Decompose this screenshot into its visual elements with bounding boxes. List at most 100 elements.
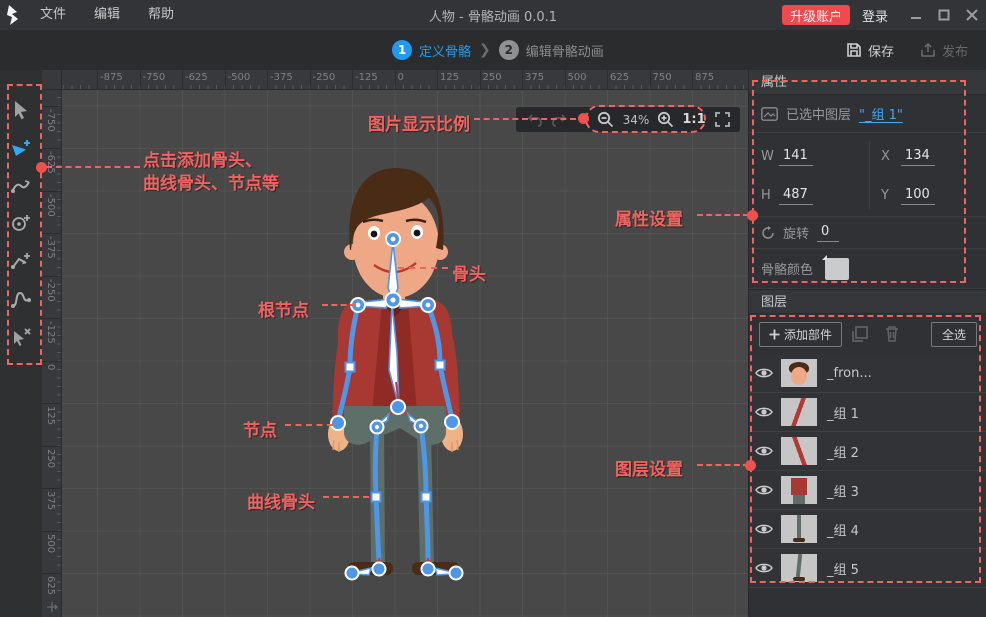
- zoom-percent: 34%: [618, 107, 654, 132]
- add-bone-tool-icon[interactable]: [9, 136, 33, 160]
- y-label: Y: [881, 188, 889, 203]
- layer-thumbnail: [781, 476, 817, 504]
- layer-list: _fron... _组 1 _组 2 _组 3: [749, 354, 986, 588]
- tab-edit-skeleton-animation[interactable]: 2 编辑骨骼动画: [499, 40, 604, 60]
- layer-row[interactable]: _fron...: [749, 354, 986, 393]
- undo-icon[interactable]: [524, 107, 546, 132]
- zoom-annotation: 图片显示比例: [368, 110, 470, 135]
- select-tool-icon[interactable]: [9, 98, 33, 122]
- upgrade-account-button[interactable]: 升级账户: [782, 5, 850, 25]
- delete-select-tool-icon[interactable]: [9, 325, 33, 349]
- layer-name: _组 2: [827, 442, 859, 461]
- ruler-corner: [42, 70, 62, 90]
- fullscreen-icon[interactable]: [710, 107, 734, 132]
- tab-define-skeleton[interactable]: 1 定义骨骼: [392, 40, 471, 60]
- x-field[interactable]: 134: [901, 148, 935, 166]
- selected-layer-label: 已选中图层: [786, 104, 851, 123]
- node-annotation: 节点: [243, 416, 277, 441]
- layer-row[interactable]: _组 5: [749, 549, 986, 588]
- properties-header: 属性: [749, 70, 986, 95]
- layers-header: 图层: [749, 289, 986, 314]
- layer-name: _组 1: [827, 403, 859, 422]
- layer-thumbnail: [781, 554, 817, 582]
- add-curve-bone-tool-icon[interactable]: [9, 174, 33, 198]
- step1-badge: 1: [392, 40, 412, 60]
- plus-icon: [769, 329, 780, 340]
- layer-row[interactable]: _组 4: [749, 510, 986, 549]
- zoom-in-icon[interactable]: [654, 107, 676, 132]
- selected-layer-row: 已选中图层 "_组 1": [749, 95, 986, 133]
- layer-row[interactable]: _组 1: [749, 393, 986, 432]
- actual-size-button[interactable]: 1:1: [679, 107, 709, 132]
- dimension-fields: W 141 X 134 H 487 Y 100: [749, 133, 986, 217]
- step2-label: 编辑骨骼动画: [526, 41, 604, 60]
- step-toolbar: 1 定义骨骼 ❯ 2 编辑骨骼动画 保存 发布: [0, 30, 986, 70]
- y-field[interactable]: 100: [901, 187, 935, 205]
- ruler-origin-toggle-icon[interactable]: [42, 597, 62, 617]
- maximize-icon[interactable]: [930, 0, 958, 30]
- bone-color-swatch[interactable]: [825, 258, 849, 280]
- save-button[interactable]: 保存: [838, 37, 902, 64]
- layers-annotation: 图层设置: [615, 455, 683, 480]
- layer-name: _fron...: [827, 366, 872, 381]
- bone-annotation: 骨头: [452, 260, 486, 285]
- step1-label: 定义骨骼: [419, 41, 471, 60]
- curve-bone-annotation: 曲线骨头: [247, 488, 315, 513]
- w-label: W: [761, 149, 774, 164]
- layer-thumbnail: [781, 398, 817, 426]
- menu-file[interactable]: 文件: [26, 0, 80, 30]
- minimize-icon[interactable]: [902, 0, 930, 30]
- delete-layer-icon[interactable]: [881, 324, 903, 346]
- layer-name: _组 5: [827, 559, 859, 578]
- chevron-right-icon: ❯: [479, 42, 491, 58]
- menu-help[interactable]: 帮助: [134, 0, 188, 30]
- bone-color-row: 骨骼颜色: [749, 249, 986, 289]
- login-button[interactable]: 登录: [862, 6, 888, 25]
- tool-palette: [0, 70, 42, 617]
- close-icon[interactable]: [958, 0, 986, 30]
- h-label: H: [761, 188, 771, 203]
- layer-thumbnail: [781, 515, 817, 543]
- add-joint-bone-tool-icon[interactable]: [9, 249, 33, 273]
- image-icon: [761, 107, 778, 121]
- bone-color-label: 骨骼颜色: [761, 259, 813, 278]
- root-node-annotation: 根节点: [258, 296, 309, 321]
- step2-badge: 2: [499, 40, 519, 60]
- visibility-eye-icon[interactable]: [749, 445, 779, 457]
- menu-edit[interactable]: 编辑: [80, 0, 134, 30]
- visibility-eye-icon[interactable]: [749, 562, 779, 574]
- layer-row[interactable]: _组 3: [749, 471, 986, 510]
- layer-row[interactable]: _组 2: [749, 432, 986, 471]
- curve-tool-icon[interactable]: [9, 287, 33, 311]
- redo-icon[interactable]: [548, 107, 570, 132]
- layer-name: _组 4: [827, 520, 859, 539]
- layer-thumbnail: [781, 359, 817, 387]
- x-label: X: [881, 149, 890, 164]
- view-control-bar: 34% 1:1: [516, 107, 740, 132]
- zoom-out-icon[interactable]: [594, 107, 616, 132]
- app-logo-icon: [0, 0, 26, 30]
- visibility-eye-icon[interactable]: [749, 523, 779, 535]
- rotate-row: 旋转 0: [749, 217, 986, 249]
- rotate-field[interactable]: 0: [817, 224, 839, 242]
- add-node-tool-icon[interactable]: [9, 211, 33, 235]
- duplicate-layer-icon[interactable]: [849, 324, 871, 346]
- h-field[interactable]: 487: [779, 187, 813, 205]
- w-field[interactable]: 141: [779, 148, 813, 166]
- layers-toolbar: 添加部件 全选: [749, 314, 986, 354]
- add-part-button[interactable]: 添加部件: [759, 322, 842, 347]
- rotate-icon: [761, 226, 775, 240]
- visibility-eye-icon[interactable]: [749, 367, 779, 379]
- horizontal-ruler: -875-750-625-500-375-250-125012525037550…: [62, 70, 748, 90]
- visibility-eye-icon[interactable]: [749, 484, 779, 496]
- layer-thumbnail: [781, 437, 817, 465]
- selected-layer-value[interactable]: "_组 1": [859, 104, 903, 123]
- app-window: 文件 编辑 帮助 人物 - 骨骼动画 0.0.1 升级账户 登录 1 定义骨骼 …: [0, 0, 986, 617]
- select-all-button[interactable]: 全选: [931, 322, 977, 347]
- rotate-label: 旋转: [783, 223, 809, 242]
- publish-icon: [920, 42, 936, 58]
- window-title: 人物 - 骨骼动画 0.0.1: [429, 6, 557, 25]
- side-panel: 属性 已选中图层 "_组 1" W 141 X 134 H 487 Y 100 …: [748, 70, 986, 617]
- publish-button[interactable]: 发布: [912, 37, 976, 64]
- visibility-eye-icon[interactable]: [749, 406, 779, 418]
